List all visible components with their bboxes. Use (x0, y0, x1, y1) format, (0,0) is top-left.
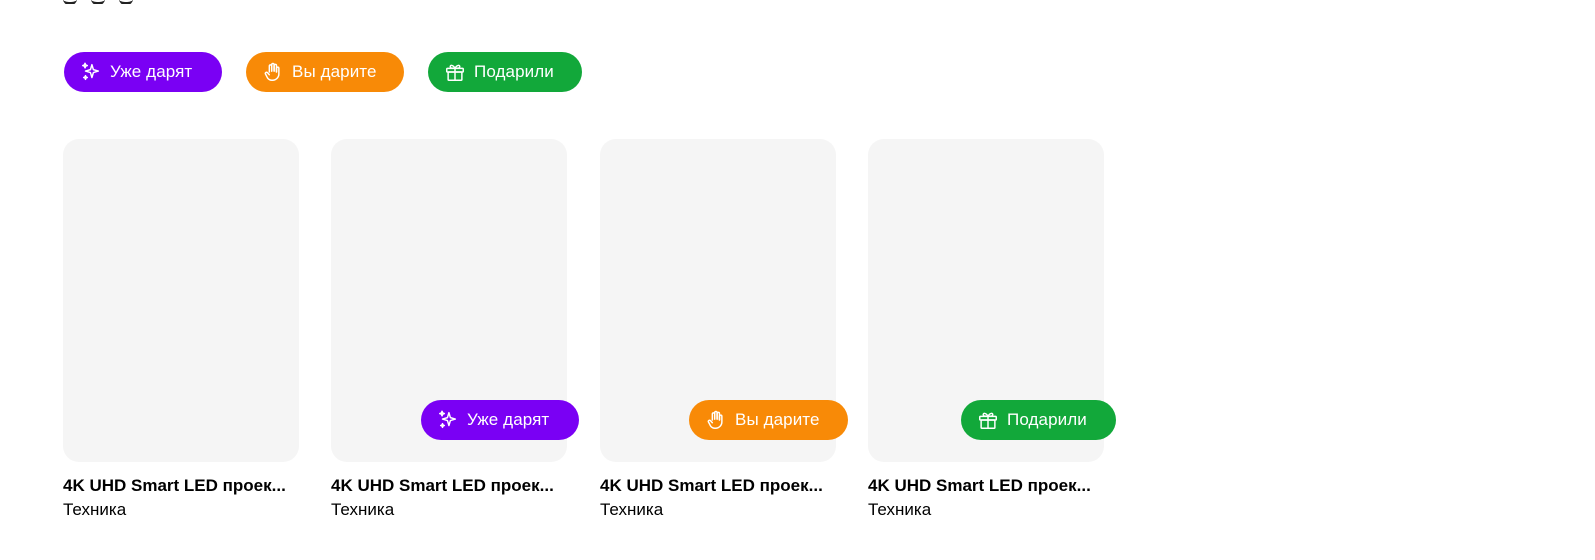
card-status-label: Вы дарите (735, 410, 820, 429)
legend-gifting-label: Уже дарят (110, 62, 193, 81)
product-title[interactable]: 4K UHD Smart LED проек... (868, 475, 1104, 497)
gift-icon (977, 409, 999, 431)
product-title[interactable]: 4K UHD Smart LED проек... (600, 475, 836, 497)
product-category: Техника (331, 500, 395, 519)
legend-gifted-badge: Подарили (428, 52, 582, 92)
product-category: Техника (63, 500, 127, 519)
card-status-gifted-badge: Подарили (961, 400, 1116, 440)
product-title[interactable]: 4K UHD Smart LED проек... (331, 475, 567, 497)
product-image-placeholder[interactable] (63, 139, 299, 462)
product-card[interactable]: 4K UHD Smart LED проек... Техника (63, 139, 299, 521)
gift-icon (444, 61, 466, 83)
product-card[interactable]: 4K UHD Smart LED проек... Техника (600, 139, 836, 521)
sparkles-icon (80, 61, 102, 83)
raised-hand-icon (705, 409, 727, 431)
product-category: Техника (600, 500, 664, 519)
card-status-you-gift-badge: Вы дарите (689, 400, 848, 440)
card-status-gifting-badge: Уже дарят (421, 400, 579, 440)
cut-off-heading (63, 0, 183, 4)
card-status-label: Подарили (1007, 410, 1087, 429)
product-title[interactable]: 4K UHD Smart LED проек... (63, 475, 299, 497)
card-status-label: Уже дарят (467, 410, 550, 429)
sparkles-icon (437, 409, 459, 431)
legend-gifting-badge: Уже дарят (64, 52, 222, 92)
legend-you-gift-badge: Вы дарите (246, 52, 404, 92)
legend-you-gift-label: Вы дарите (292, 62, 377, 81)
product-card[interactable]: 4K UHD Smart LED проек... Техника (331, 139, 567, 521)
product-category: Техника (868, 500, 932, 519)
product-card[interactable]: 4K UHD Smart LED проек... Техника (868, 139, 1104, 521)
legend-gifted-label: Подарили (474, 62, 554, 81)
raised-hand-icon (262, 61, 284, 83)
